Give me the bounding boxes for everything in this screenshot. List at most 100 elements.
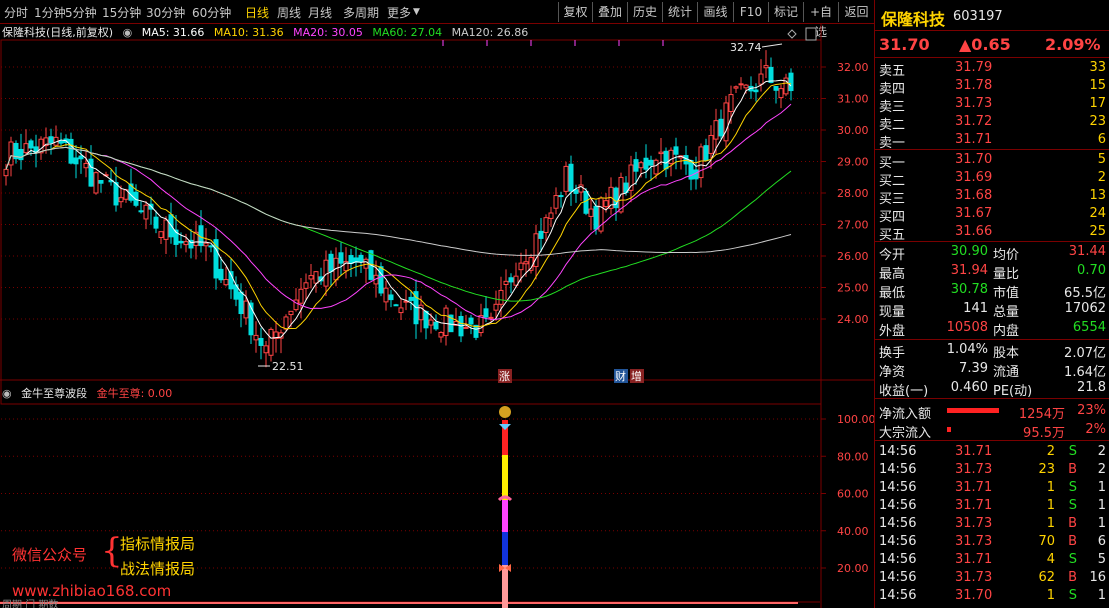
toolbar-button-5[interactable]: F10 bbox=[733, 2, 768, 22]
ask-price: 31.78 bbox=[955, 78, 993, 93]
candle-body bbox=[708, 134, 714, 154]
ma60-value: MA60: 27.04 bbox=[372, 26, 443, 39]
candle-body bbox=[243, 300, 249, 319]
toolbar-button-6[interactable]: 标记 bbox=[768, 2, 803, 22]
candle-body bbox=[663, 150, 669, 170]
tick-price: 31.71 bbox=[955, 480, 993, 495]
toolbar-button-1[interactable]: 叠加 bbox=[592, 2, 627, 22]
period-tab-2[interactable]: 5分钟 bbox=[65, 4, 97, 21]
candle-body bbox=[788, 72, 794, 92]
stat-label: PE(动) bbox=[993, 384, 1033, 399]
ask-row[interactable]: 卖四 31.78 15 bbox=[875, 77, 1109, 97]
candle-body bbox=[268, 328, 274, 356]
tick-row: 14:56 31.73 23 B 2 bbox=[875, 461, 1109, 479]
tick-volume: 62 bbox=[1038, 570, 1055, 585]
flow-pct: 2% bbox=[1085, 422, 1106, 437]
ma20-value: MA20: 30.05 bbox=[293, 26, 363, 39]
ask-volume: 23 bbox=[1089, 114, 1106, 129]
more-dropdown-icon[interactable]: ▼ bbox=[413, 7, 420, 17]
flow-row: 净流入额 1254万 23% bbox=[875, 402, 1109, 422]
stat-value: 30.78 bbox=[950, 282, 988, 297]
bid-price: 31.67 bbox=[955, 206, 993, 221]
kline-chart[interactable]: 32.00 31.00 30.00 29.00 28.00 27.00 26.00 25.00… bbox=[0, 24, 874, 608]
period-tab-6[interactable]: 日线 bbox=[245, 4, 269, 21]
stat-value: 6554 bbox=[1072, 320, 1106, 335]
info-circle-icon[interactable]: ◉ bbox=[123, 26, 133, 39]
candle-body bbox=[743, 84, 749, 89]
bid-row[interactable]: 买四 31.67 24 bbox=[875, 205, 1109, 225]
ask-row[interactable]: 卖五 31.79 33 bbox=[875, 59, 1109, 79]
period-tab-5[interactable]: 60分钟 bbox=[192, 4, 231, 21]
tick-side: S bbox=[1068, 588, 1077, 603]
bid-row[interactable]: 买五 31.66 25 bbox=[875, 223, 1109, 243]
stat-value: 65.5亿 bbox=[1064, 286, 1106, 301]
candle-body bbox=[183, 241, 189, 246]
period-tab-9[interactable]: 多周期 bbox=[343, 4, 379, 21]
candle-body bbox=[393, 304, 399, 307]
flow-bar bbox=[947, 408, 1000, 413]
candle-body bbox=[638, 162, 644, 169]
ask-row[interactable]: 卖一 31.71 6 bbox=[875, 131, 1109, 151]
period-tab-0[interactable]: 分时 bbox=[4, 4, 28, 21]
candle-body bbox=[263, 345, 269, 354]
candle-body bbox=[158, 231, 164, 238]
period-tab-3[interactable]: 15分钟 bbox=[102, 4, 141, 21]
candle-body bbox=[518, 262, 524, 271]
candle-body bbox=[423, 310, 429, 329]
candle-body bbox=[658, 151, 664, 155]
candle-body bbox=[288, 310, 294, 316]
tick-count: 6 bbox=[1097, 534, 1106, 549]
candle-body bbox=[508, 277, 514, 283]
period-tab-1[interactable]: 1分钟 bbox=[34, 4, 66, 21]
tick-count: 2 bbox=[1097, 462, 1106, 477]
stats-row: 收益(一) 0.460 PE(动) 21.8 bbox=[875, 379, 1109, 399]
candle-body bbox=[568, 163, 574, 192]
tick-row: 14:56 31.73 70 B 6 bbox=[875, 533, 1109, 551]
candle-body bbox=[483, 308, 489, 318]
candle-body bbox=[778, 88, 784, 99]
diamond-icon[interactable] bbox=[787, 29, 797, 39]
stat-label: 股本 bbox=[993, 346, 1020, 361]
period-tab-8[interactable]: 月线 bbox=[308, 4, 332, 21]
price-axis-label: 31.00 bbox=[837, 93, 869, 106]
ma120-value: MA120: 26.86 bbox=[451, 26, 529, 39]
price-axis-label: 27.00 bbox=[837, 219, 869, 232]
candle-body bbox=[563, 165, 569, 192]
tick-volume: 70 bbox=[1038, 534, 1055, 549]
candle-body bbox=[698, 146, 704, 179]
scroll-up-icon[interactable] bbox=[805, 27, 817, 41]
period-tab-7[interactable]: 周线 bbox=[277, 4, 301, 21]
toolbar-button-7[interactable]: +自选 bbox=[803, 2, 838, 39]
toolbar-button-4[interactable]: 画线 bbox=[697, 2, 733, 22]
ask-row[interactable]: 卖三 31.73 17 bbox=[875, 95, 1109, 115]
price-axis-label: 29.00 bbox=[837, 156, 869, 169]
candle-body bbox=[23, 143, 29, 154]
stat-value: 10508 bbox=[946, 320, 988, 335]
period-tab-4[interactable]: 30分钟 bbox=[146, 4, 185, 21]
info-circle-icon[interactable]: ◉ bbox=[2, 387, 12, 400]
price-axis-label: 32.00 bbox=[837, 61, 869, 74]
indicator-value: 金牛至尊: 0.00 bbox=[96, 387, 173, 400]
candle-body bbox=[238, 291, 244, 315]
stats-row: 外盘 10508 内盘 6554 bbox=[875, 319, 1109, 339]
candle-body bbox=[703, 145, 709, 161]
candle-body bbox=[143, 204, 149, 220]
tick-count: 16 bbox=[1089, 570, 1106, 585]
candle-body bbox=[338, 252, 344, 264]
candle-body bbox=[138, 210, 144, 213]
toolbar-button-3[interactable]: 统计 bbox=[662, 2, 697, 22]
toolbar-button-8[interactable]: 返回 bbox=[838, 2, 874, 22]
bid-row[interactable]: 买二 31.69 2 bbox=[875, 169, 1109, 189]
bid-row[interactable]: 买三 31.68 13 bbox=[875, 187, 1109, 207]
period-tab-10[interactable]: 更多 bbox=[387, 4, 411, 21]
ask-row[interactable]: 卖二 31.72 23 bbox=[875, 113, 1109, 133]
toolbar-button-0[interactable]: 复权 bbox=[558, 2, 592, 22]
candle-body bbox=[588, 208, 594, 217]
toolbar-button-2[interactable]: 历史 bbox=[627, 2, 662, 22]
candle-body bbox=[298, 288, 304, 304]
bid-row[interactable]: 买一 31.70 5 bbox=[875, 151, 1109, 171]
candle-body bbox=[523, 261, 529, 265]
stat-value: 31.94 bbox=[950, 263, 988, 278]
tick-side: B bbox=[1068, 570, 1077, 585]
candle-body bbox=[633, 159, 639, 172]
